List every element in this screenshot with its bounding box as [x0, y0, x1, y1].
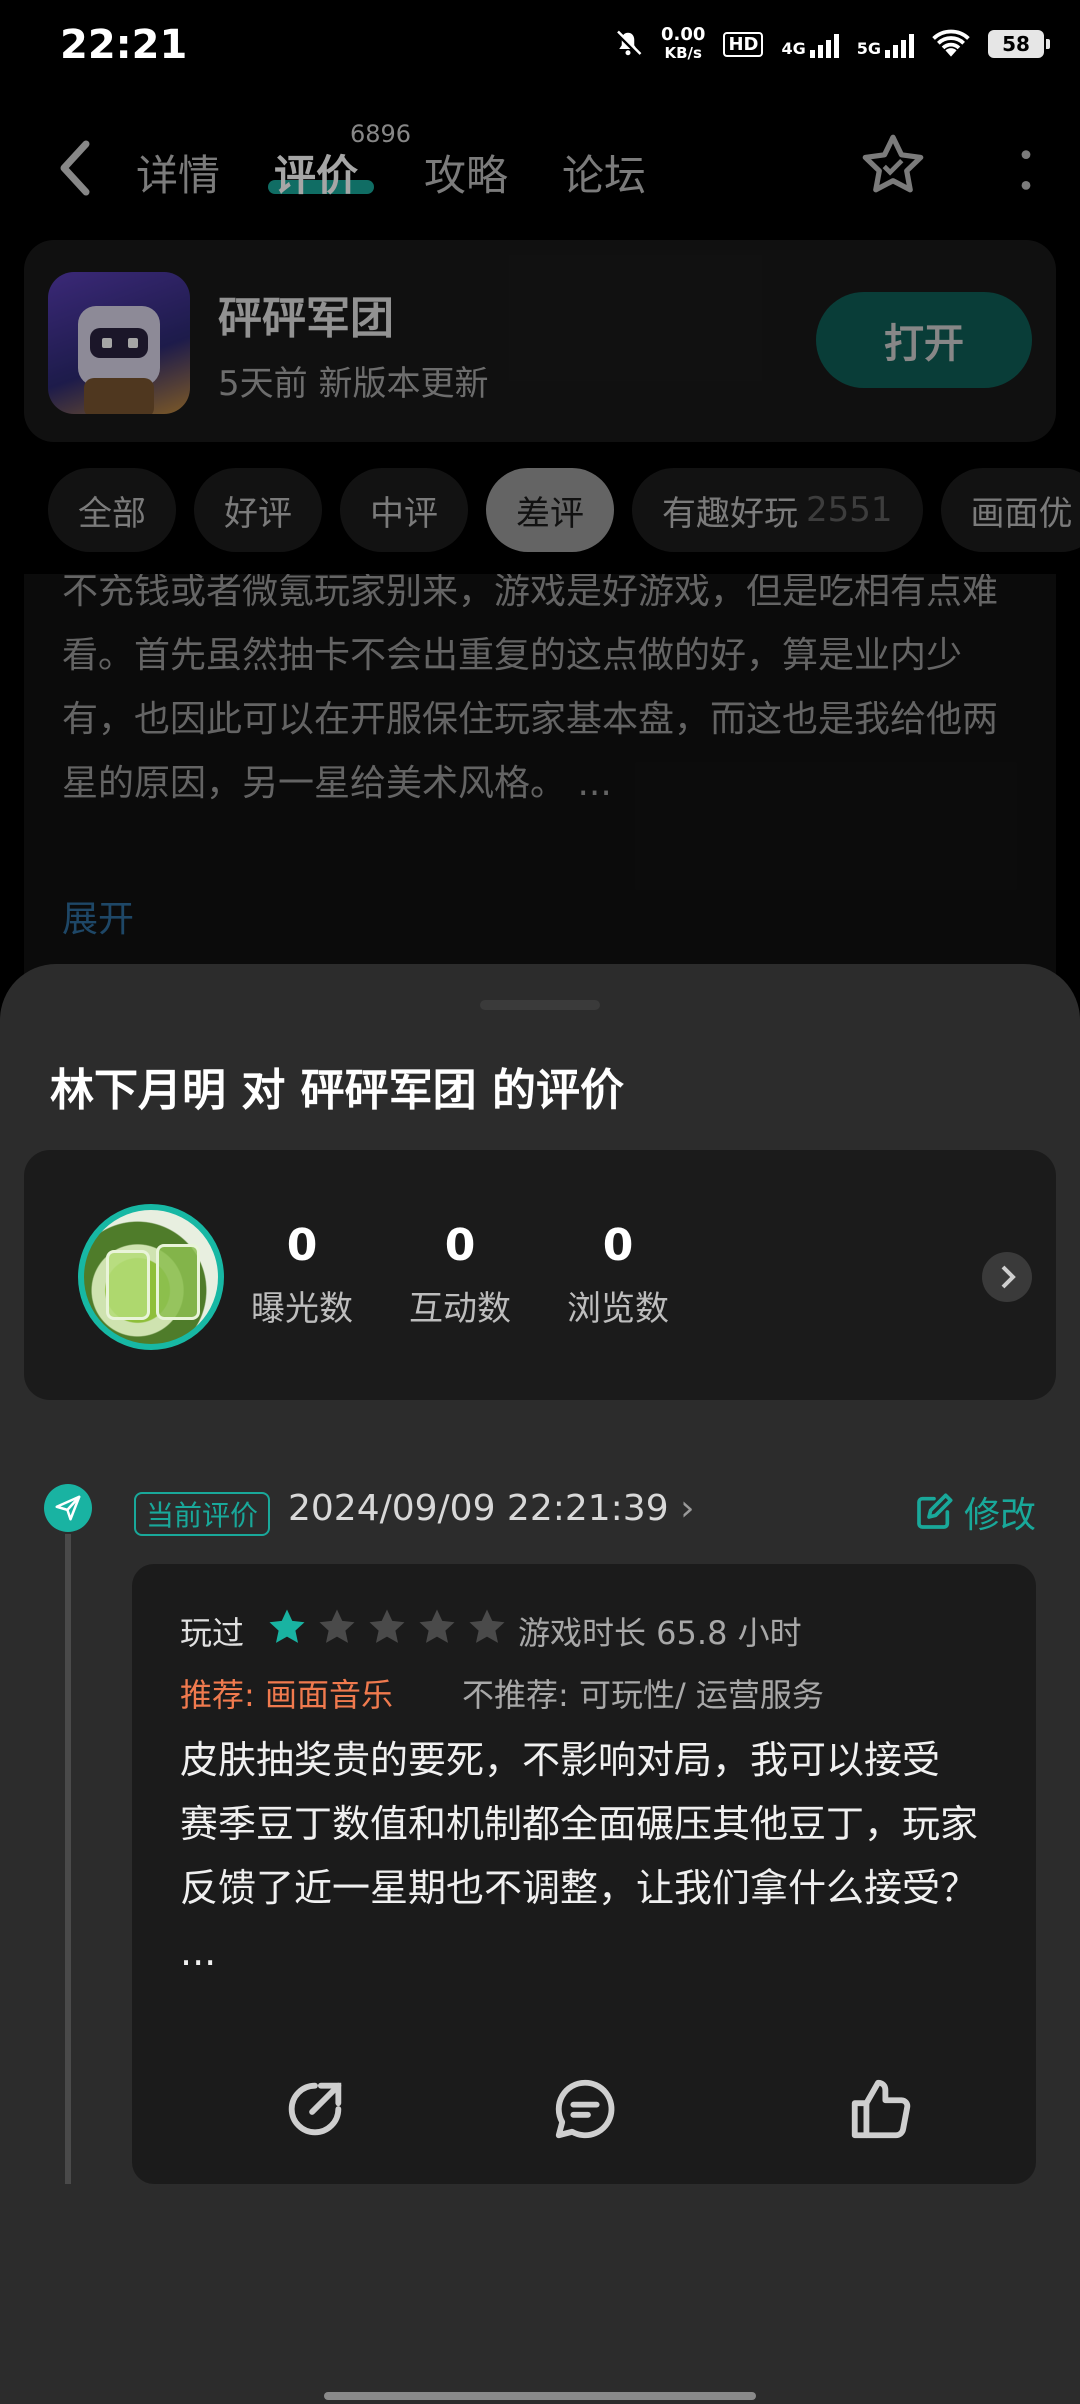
- timeline-line: [65, 1534, 71, 2184]
- chevron-right-icon[interactable]: [982, 1252, 1032, 1302]
- net-speed: 0.00 KB/s: [661, 24, 706, 63]
- wifi-icon: [932, 29, 970, 57]
- not-recommend-tags: 不推荐: 可玩性/ 运营服务: [462, 1676, 824, 1714]
- stat-interactions: 0 互动数: [409, 1220, 511, 1329]
- played-label: 玩过: [180, 1614, 245, 1652]
- current-review-badge: 当前评价: [134, 1492, 271, 1536]
- review-date-link[interactable]: 2024/09/09 22:21:39 ›: [288, 1488, 694, 1529]
- sheet-drag-handle[interactable]: [480, 1000, 600, 1010]
- comment-icon[interactable]: [550, 2074, 620, 2144]
- share-icon[interactable]: [280, 2074, 350, 2144]
- review-body-text: 皮肤抽奖贵的要死，不影响对局，我可以接受 赛季豆丁数值和机制都全面碾压其他豆丁，…: [180, 1738, 979, 1974]
- review-actions: [132, 2074, 1036, 2154]
- battery-indicator: 58: [988, 30, 1050, 58]
- like-thumb-icon[interactable]: [846, 2074, 916, 2144]
- chevron-right-icon: ›: [680, 1488, 695, 1529]
- my-review-bottom-sheet: 林下月明 对 砰砰军团 的评价 0 曝光数 0 互动数 0 浏览数 当前评价 2…: [0, 964, 1080, 2404]
- sheet-title: 林下月明 对 砰砰军团 的评价: [50, 1065, 624, 1116]
- signal-4g: 4G: [781, 30, 839, 58]
- star-empty-icon: [469, 1609, 505, 1643]
- hd-icon: HD: [723, 31, 764, 57]
- status-bar: 22:21 0.00 KB/s HD 4G 5G 58: [0, 0, 1080, 96]
- home-indicator[interactable]: [324, 2392, 756, 2400]
- signal-5g: 5G: [857, 30, 914, 58]
- edit-review-button[interactable]: 修改: [914, 1486, 1036, 1538]
- recommend-tags: 推荐: 画面音乐: [180, 1676, 393, 1714]
- star-empty-icon: [319, 1609, 355, 1643]
- rating-stars: [266, 1606, 508, 1648]
- dim-overlay[interactable]: [0, 96, 1080, 996]
- star-empty-icon: [419, 1609, 455, 1643]
- clock: 22:21: [60, 22, 188, 68]
- user-avatar: [78, 1204, 224, 1350]
- mute-icon: [615, 30, 642, 57]
- my-review-card[interactable]: 玩过 游戏时长 65.8 小时 推荐: 画面音乐 不推荐: 可玩性/ 运营服务 …: [132, 1564, 1036, 2184]
- stat-views: 0 浏览数: [567, 1220, 669, 1329]
- star-filled-icon: [269, 1609, 305, 1643]
- playtime-label: 游戏时长 65.8 小时: [518, 1614, 802, 1652]
- star-empty-icon: [369, 1609, 405, 1643]
- stat-exposure: 0 曝光数: [251, 1220, 353, 1329]
- review-stats-card[interactable]: 0 曝光数 0 互动数 0 浏览数: [24, 1150, 1056, 1400]
- edit-icon: [917, 1493, 953, 1529]
- send-icon: [44, 1484, 92, 1532]
